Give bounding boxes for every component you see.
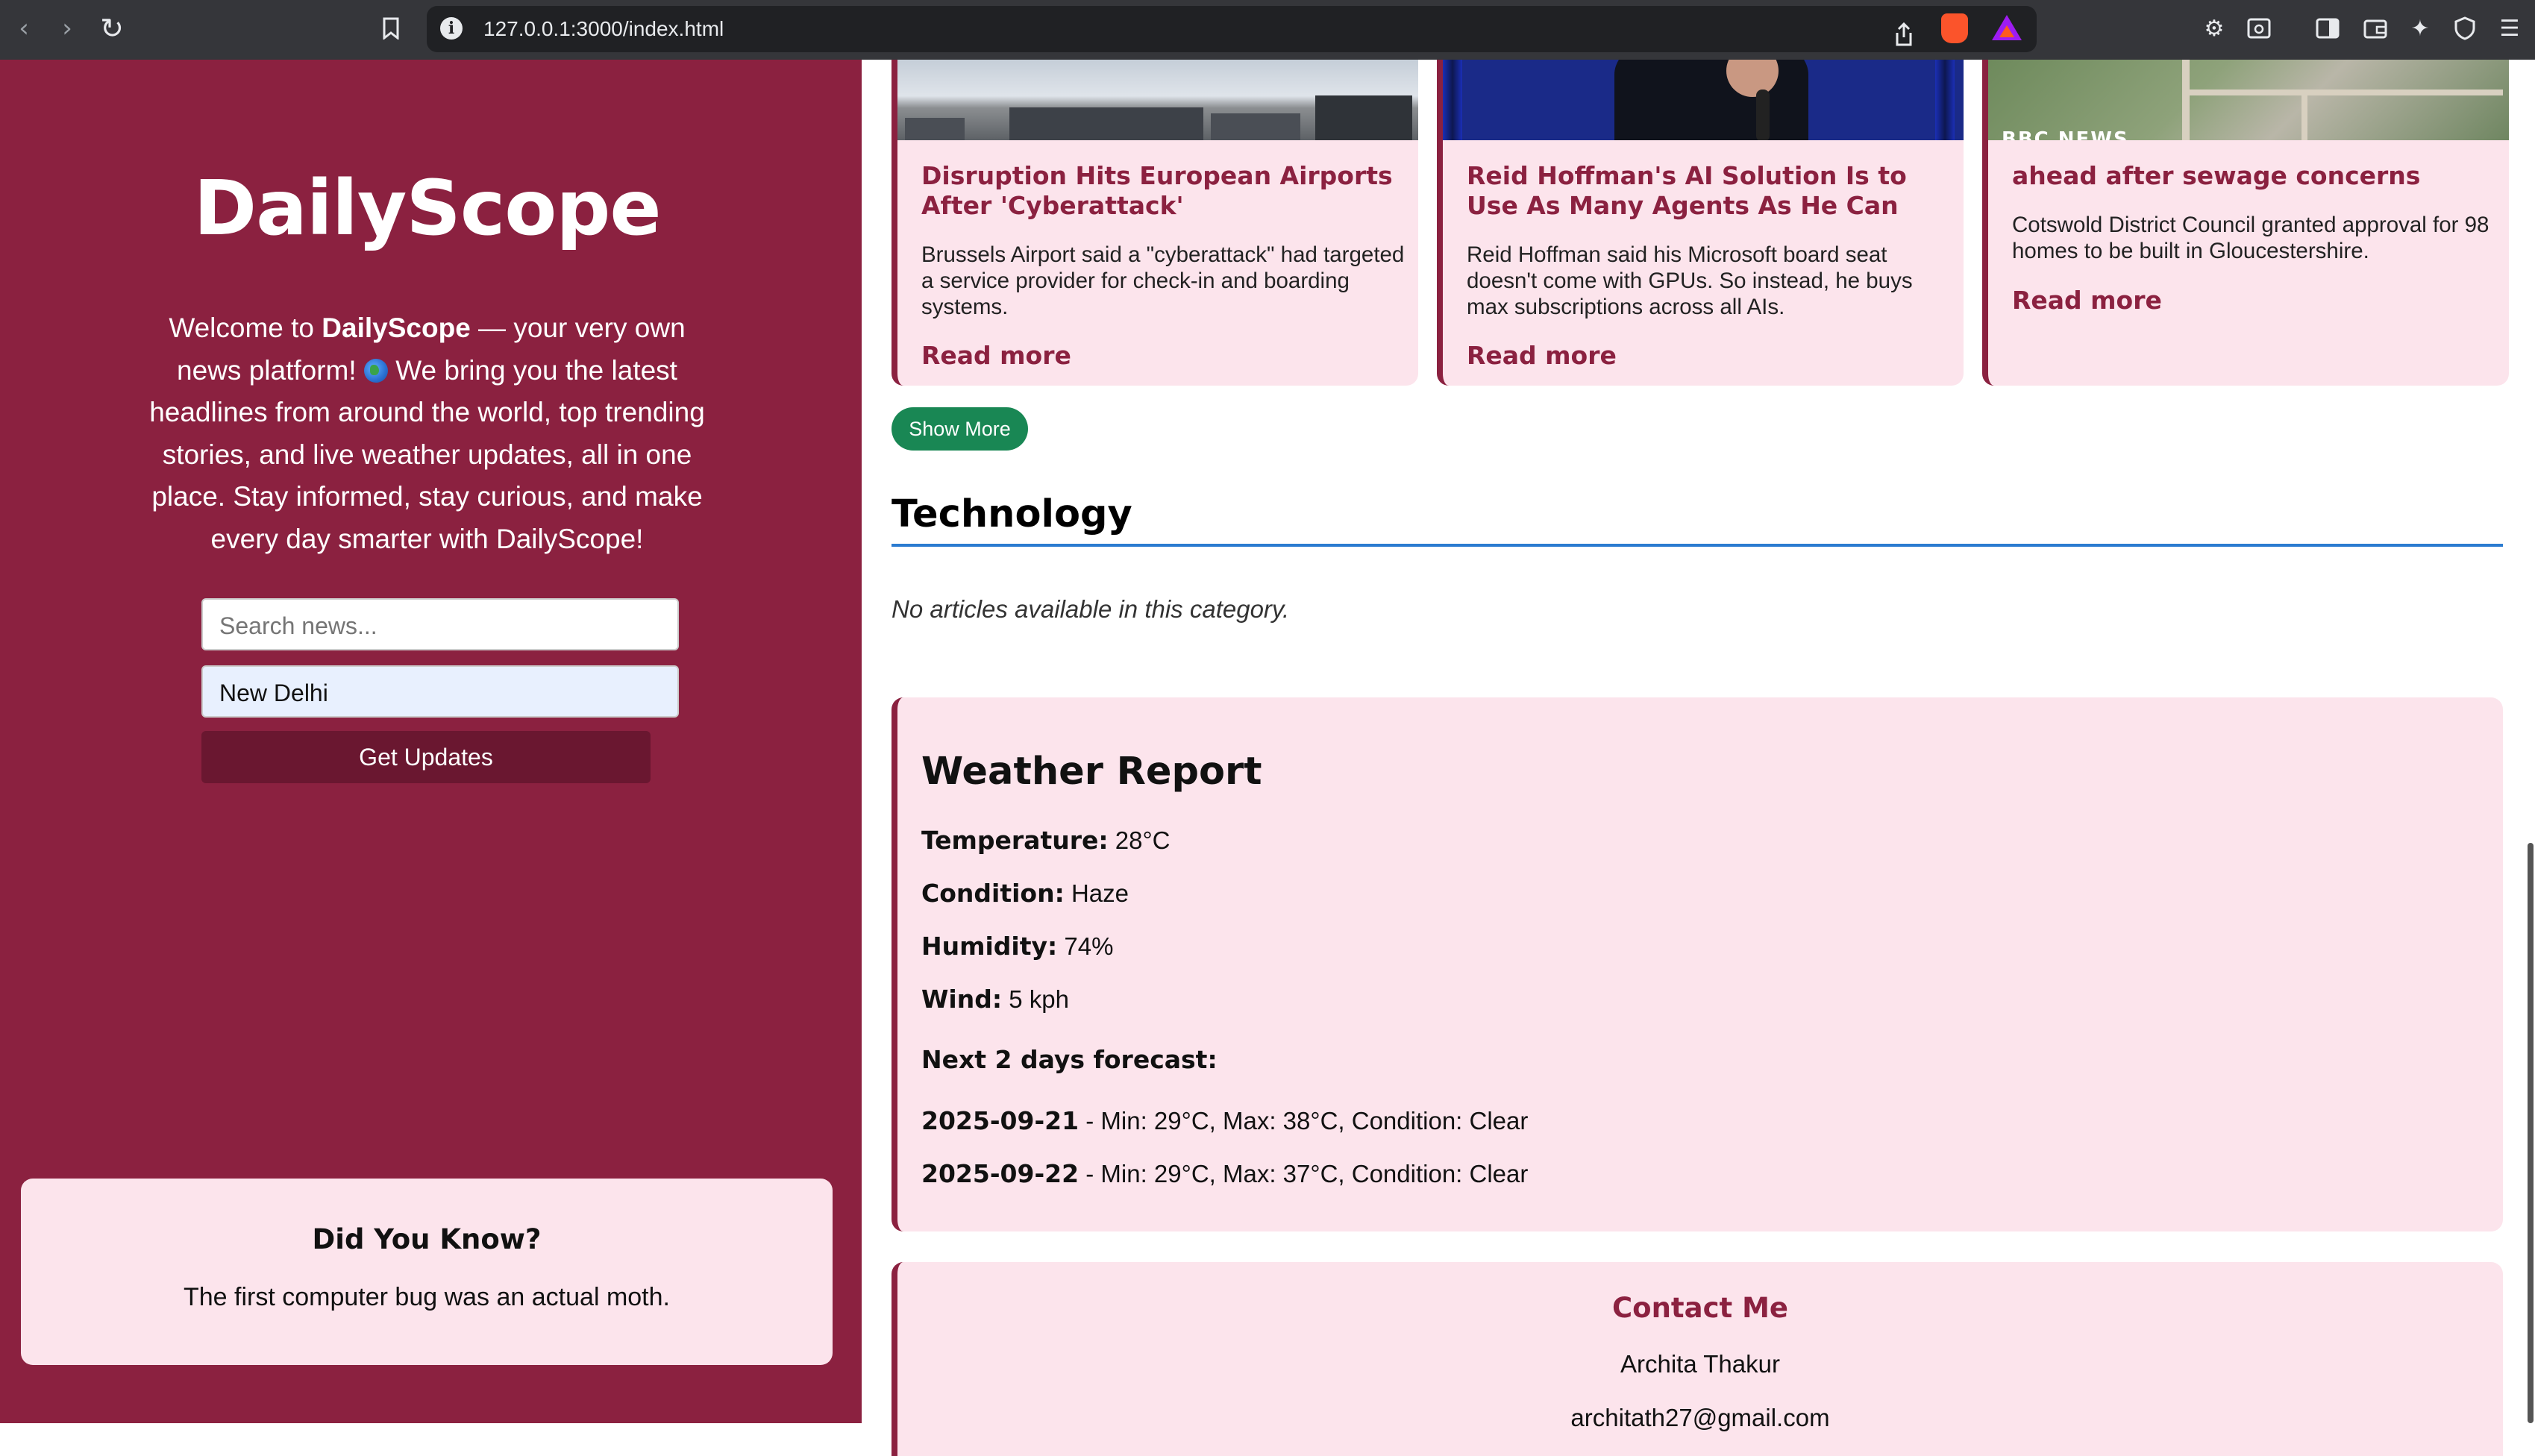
article-description: Brussels Airport said a "cyberattack" ha… bbox=[921, 242, 1405, 319]
article-title[interactable]: ahead after sewage concerns bbox=[2012, 161, 2497, 191]
contact-title: Contact Me bbox=[1612, 1292, 1788, 1324]
brave-shields-icon[interactable] bbox=[1941, 13, 1968, 43]
browser-toolbar: ‹ › ↻ i 127.0.0.1:3000/index.html ⚙ ✦ ☰ bbox=[0, 0, 2535, 60]
share-icon[interactable] bbox=[1886, 16, 1922, 52]
empty-category-message: No articles available in this category. bbox=[892, 595, 1290, 623]
wind-row: Wind: 5 kph bbox=[921, 985, 1069, 1014]
url-text[interactable]: 127.0.0.1:3000/index.html bbox=[483, 6, 724, 52]
back-icon[interactable]: ‹ bbox=[6, 10, 42, 46]
article-image: BBC NEWS bbox=[1988, 60, 2509, 140]
forward-icon[interactable]: › bbox=[49, 10, 85, 46]
get-updates-button[interactable]: Get Updates bbox=[201, 731, 651, 783]
forecast-label: Next 2 days forecast: bbox=[921, 1045, 1218, 1074]
wallet-icon[interactable] bbox=[2357, 10, 2393, 46]
address-bar[interactable]: i 127.0.0.1:3000/index.html bbox=[427, 6, 2037, 52]
show-more-button[interactable]: Show More bbox=[892, 407, 1028, 451]
contact-card: Contact Me Archita Thakur architath27@gm… bbox=[892, 1262, 2503, 1456]
article-title[interactable]: Reid Hoffman's AI Solution Is to Use As … bbox=[1467, 161, 1952, 221]
weather-title: Weather Report bbox=[921, 750, 1262, 794]
article-image bbox=[897, 60, 1418, 140]
technology-heading: Technology bbox=[892, 492, 1132, 536]
sidebar-icon[interactable] bbox=[2310, 10, 2346, 46]
weather-report-card: Weather Report Temperature: 28°C Conditi… bbox=[892, 697, 2503, 1231]
condition-row: Condition: Haze bbox=[921, 879, 1129, 908]
did-you-know-title: Did You Know? bbox=[312, 1223, 542, 1255]
tab-search-icon[interactable] bbox=[2241, 10, 2277, 46]
page-scrollbar[interactable] bbox=[2528, 843, 2534, 1423]
site-info-icon[interactable]: i bbox=[440, 17, 463, 40]
article-image-caption: BBC NEWS bbox=[2002, 128, 2129, 140]
intro-text: Welcome to DailyScope — your very own ne… bbox=[149, 313, 705, 554]
contact-name: Archita Thakur bbox=[1620, 1350, 1780, 1378]
did-you-know-fact: The first computer bug was an actual mot… bbox=[184, 1283, 670, 1311]
forecast-row: 2025-09-22 - Min: 29°C, Max: 37°C, Condi… bbox=[921, 1159, 1529, 1188]
brave-rewards-inner-icon bbox=[1999, 25, 2014, 37]
article-image bbox=[1443, 60, 1964, 140]
leo-ai-icon[interactable]: ✦ bbox=[2402, 10, 2438, 46]
article-card: Reid Hoffman's AI Solution Is to Use As … bbox=[1437, 60, 1964, 386]
article-description: Cotswold District Council granted approv… bbox=[2012, 213, 2489, 263]
site-title: DailyScope bbox=[193, 164, 661, 253]
article-title[interactable]: Disruption Hits European Airports After … bbox=[921, 161, 1406, 221]
section-divider bbox=[892, 544, 2503, 547]
bookmark-icon[interactable] bbox=[373, 10, 409, 46]
reload-icon[interactable]: ↻ bbox=[94, 10, 130, 46]
city-input[interactable]: New Delhi bbox=[201, 665, 679, 718]
humidity-row: Humidity: 74% bbox=[921, 932, 1114, 961]
extensions-icon[interactable]: ⚙ bbox=[2196, 10, 2232, 46]
vpn-icon[interactable] bbox=[2447, 10, 2483, 46]
sidebar: DailyScope Welcome to DailyScope — your … bbox=[0, 60, 862, 1423]
contact-email[interactable]: architath27@gmail.com bbox=[897, 1404, 2503, 1432]
temperature-row: Temperature: 28°C bbox=[921, 826, 1171, 855]
article-card: Disruption Hits European Airports After … bbox=[892, 60, 1418, 386]
article-card: BBC NEWS ahead after sewage concerns Cot… bbox=[1982, 60, 2509, 386]
read-more-link[interactable]: Read more bbox=[1467, 341, 1617, 370]
main-content: Disruption Hits European Airports After … bbox=[862, 60, 2535, 1456]
read-more-link[interactable]: Read more bbox=[2012, 286, 2162, 315]
menu-icon[interactable]: ☰ bbox=[2492, 10, 2528, 46]
search-input[interactable]: Search news... bbox=[201, 598, 679, 650]
did-you-know-card: Did You Know? The first computer bug was… bbox=[21, 1179, 833, 1365]
globe-icon bbox=[363, 358, 388, 383]
read-more-link[interactable]: Read more bbox=[921, 341, 1071, 370]
forecast-row: 2025-09-21 - Min: 29°C, Max: 38°C, Condi… bbox=[921, 1106, 1529, 1135]
article-description: Reid Hoffman said his Microsoft board se… bbox=[1467, 242, 1913, 319]
